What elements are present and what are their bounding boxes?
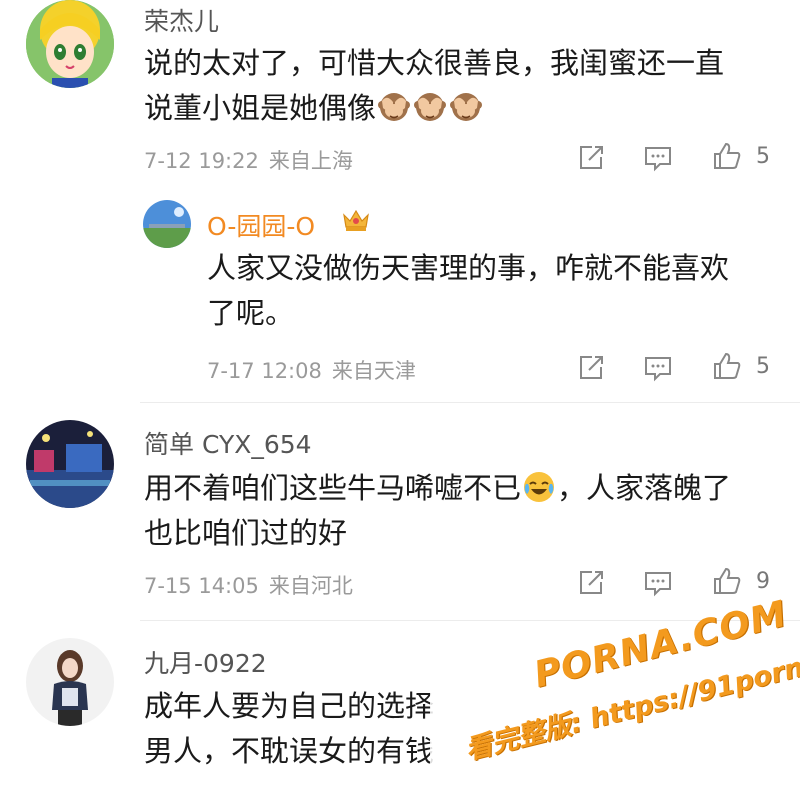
like-icon[interactable]: [712, 351, 742, 381]
comment-icon[interactable]: [643, 353, 673, 383]
see-no-evil-monkey-icon: [378, 93, 411, 121]
crying-laughing-face-icon: [524, 472, 555, 502]
comment-text-segment: ，人家落魄了: [557, 471, 732, 505]
comment-date: 7-12 19:22: [144, 149, 259, 173]
avatar[interactable]: [26, 420, 114, 508]
avatar[interactable]: [143, 200, 191, 248]
comment-location: 来自河北: [268, 574, 353, 598]
share-icon[interactable]: [576, 143, 606, 173]
comment-text-line: 成年人要为自己的选择: [144, 689, 435, 723]
comment-text-line: 人家又没做伤天害理的事，咋就不能喜欢: [207, 251, 730, 285]
like-icon[interactable]: [712, 141, 742, 171]
see-no-evil-monkey-icon: [450, 93, 483, 121]
comment-icon[interactable]: [643, 568, 673, 598]
comment-text-segment: 说董小姐是她偶像: [144, 91, 377, 125]
share-icon[interactable]: [576, 568, 606, 598]
like-icon[interactable]: [712, 566, 742, 596]
comment-text: 用不着咱们这些牛马唏嘘不已 ，人家落魄了 也比咱们过的好: [144, 466, 731, 556]
comment-text: 人家又没做伤天害理的事，咋就不能喜欢 了呢。: [207, 246, 729, 336]
comment-meta: 7-15 14:05 来自河北: [144, 570, 353, 600]
comment-text-line: 男人，不耽误女的有钱: [144, 734, 435, 768]
comment-text-line: 用不着咱们这些牛马唏嘘不已 ，人家落魄了: [144, 466, 731, 511]
comment-meta: 7-17 12:08 来自天津: [207, 355, 416, 385]
share-icon[interactable]: [576, 353, 606, 383]
comment-text-segment: 用不着咱们这些牛马唏嘘不已: [144, 471, 522, 505]
avatar[interactable]: [26, 0, 114, 88]
like-count: 5: [756, 144, 770, 169]
divider: [140, 402, 800, 403]
comment-text-line: 说董小姐是她偶像: [144, 86, 724, 131]
crown-icon: [343, 209, 369, 231]
comment-text: 成年人要为自己的选择 男人，不耽误女的有钱: [144, 684, 434, 774]
comment-text-line: 也比咱们过的好: [144, 516, 348, 550]
comment-meta: 7-12 19:22 来自上海: [144, 145, 353, 175]
comment-text: 说的太对了，可惜大众很善良，我闺蜜还一直 说董小姐是她偶像: [144, 41, 724, 131]
see-no-evil-monkey-icon: [414, 93, 447, 121]
username[interactable]: 九月-0922: [144, 644, 267, 680]
like-count: 5: [756, 354, 770, 379]
username[interactable]: O-园园-O: [207, 207, 315, 243]
like-count: 9: [756, 569, 770, 594]
comment-icon[interactable]: [643, 143, 673, 173]
username[interactable]: 简单 CYX_654: [144, 425, 312, 461]
username[interactable]: 荣杰儿: [144, 2, 219, 38]
comment-text-line: 了呢。: [207, 296, 295, 330]
avatar[interactable]: [26, 638, 114, 726]
comment-date: 7-17 12:08: [207, 359, 322, 383]
comment-location: 来自上海: [268, 149, 353, 173]
comment-text-line: 说的太对了，可惜大众很善良，我闺蜜还一直: [144, 46, 725, 80]
comment-location: 来自天津: [331, 359, 416, 383]
comment-date: 7-15 14:05: [144, 574, 259, 598]
